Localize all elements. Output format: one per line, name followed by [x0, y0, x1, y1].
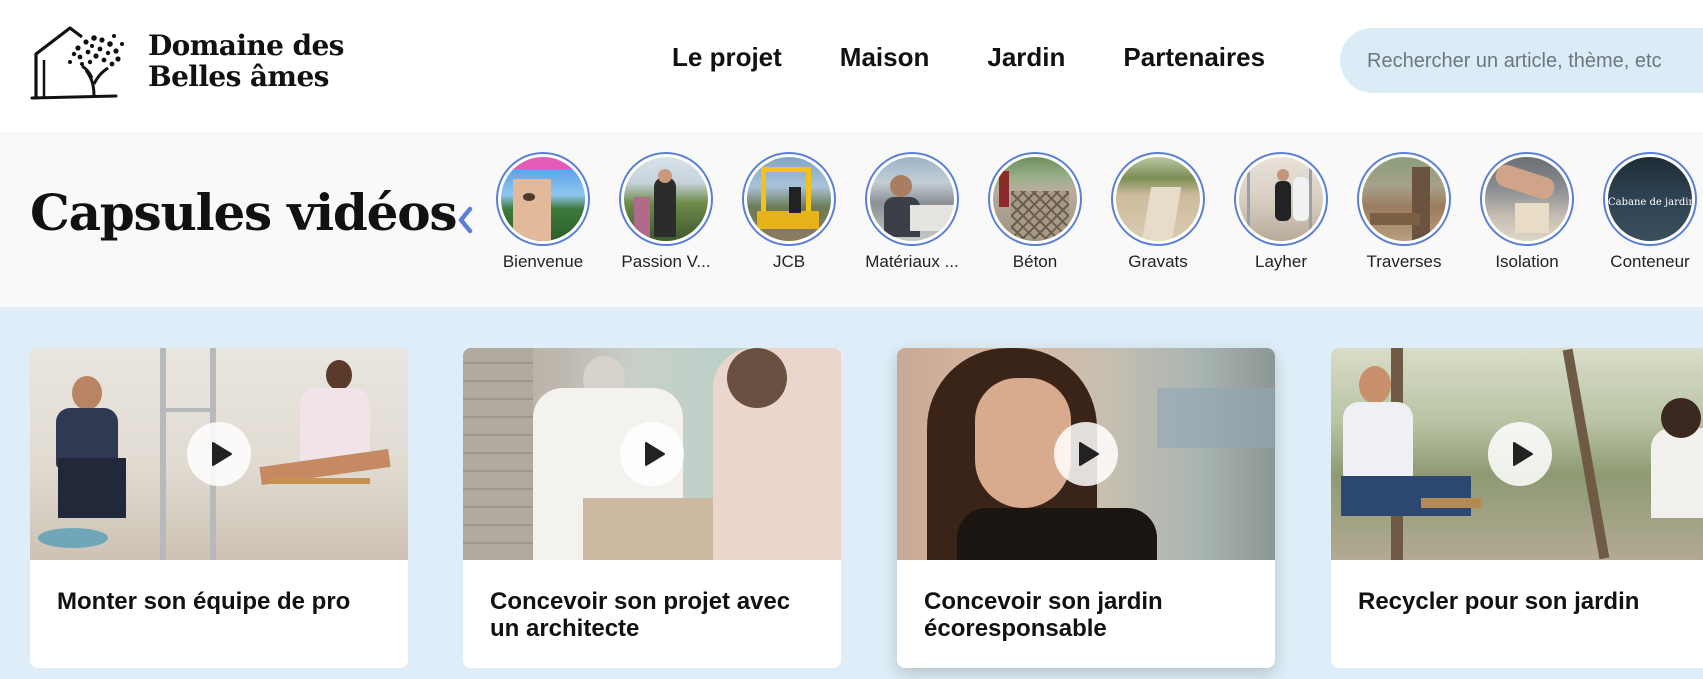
story-ring: [619, 152, 713, 246]
play-icon: [645, 442, 665, 466]
logo-line-1: Domaine des: [148, 29, 344, 62]
video-title: Concevoir son jardin écoresponsable: [924, 588, 1163, 642]
video-card[interactable]: Concevoir son jardin écoresponsable: [897, 348, 1275, 668]
story-label: JCB: [772, 252, 806, 271]
chevron-left-icon[interactable]: [455, 203, 475, 237]
nav-item-jardin[interactable]: Jardin: [987, 42, 1065, 73]
story-ring: [988, 152, 1082, 246]
search-input[interactable]: [1367, 47, 1703, 75]
play-icon: [212, 442, 232, 466]
story-ring: [496, 152, 590, 246]
story-ring: [1357, 152, 1451, 246]
video-card[interactable]: Monter son équipe de pro: [30, 348, 408, 668]
story-thumbnail: [870, 157, 954, 241]
story-thumbnail: [1239, 157, 1323, 241]
story-label: Gravats: [1128, 252, 1188, 271]
story-layher[interactable]: Layher: [1225, 152, 1335, 292]
video-cards-section: Monter son équipe de pro Concevoir son p…: [0, 307, 1703, 679]
video-card[interactable]: Concevoir son projet avec un architecte: [463, 348, 841, 668]
story-jcb[interactable]: JCB: [733, 152, 843, 292]
story-label: Isolation: [1495, 252, 1559, 271]
video-title: Monter son équipe de pro: [57, 588, 351, 615]
site-logo[interactable]: Domaine des Belles âmes: [30, 20, 350, 102]
video-title: Concevoir son projet avec un architecte: [490, 588, 791, 642]
story-isolation[interactable]: Isolation: [1471, 152, 1581, 292]
capsules-title: Capsules vidéos: [30, 183, 458, 242]
video-card[interactable]: Recycler pour son jardin: [1331, 348, 1703, 668]
story-thumbnail: [993, 157, 1077, 241]
video-title: Recycler pour son jardin: [1358, 588, 1640, 615]
story-thumbnail: [501, 157, 585, 241]
story-gravats[interactable]: Gravats: [1102, 152, 1212, 292]
site-header: Domaine des Belles âmes Le projet Maison…: [0, 0, 1703, 132]
story-ring: [742, 152, 836, 246]
story-label: Béton: [1012, 252, 1058, 271]
story-thumbnail: [1485, 157, 1569, 241]
story-conteneur[interactable]: Cabane de jardin❤️ Conteneur: [1594, 152, 1703, 292]
play-button[interactable]: [1488, 422, 1552, 486]
story-label: Matériaux ...: [865, 252, 959, 271]
play-button[interactable]: [1054, 422, 1118, 486]
nav-item-maison[interactable]: Maison: [840, 42, 930, 73]
story-ring: [1480, 152, 1574, 246]
logo-wordmark: Domaine des Belles âmes: [148, 30, 344, 92]
story-thumbnail: [747, 157, 831, 241]
story-ring: [1111, 152, 1205, 246]
story-label: Conteneur: [1610, 252, 1690, 271]
story-bienvenue[interactable]: Bienvenue: [487, 152, 597, 292]
story-label: Traverses: [1366, 252, 1442, 271]
nav-item-le-projet[interactable]: Le projet: [672, 42, 782, 73]
story-traverses[interactable]: Traverses: [1348, 152, 1458, 292]
search-bar: [1340, 28, 1703, 93]
play-button[interactable]: [187, 422, 251, 486]
play-icon: [1079, 442, 1099, 466]
story-ring: [1234, 152, 1328, 246]
play-icon: [1513, 442, 1533, 466]
story-beton[interactable]: Béton: [979, 152, 1089, 292]
story-thumbnail: Cabane de jardin❤️: [1608, 157, 1692, 241]
play-button[interactable]: [620, 422, 684, 486]
story-materiaux[interactable]: Matériaux ...: [856, 152, 966, 292]
story-ring: Cabane de jardin❤️: [1603, 152, 1697, 246]
logo-line-2: Belles âmes: [148, 60, 329, 93]
story-caption: Cabane de jardin❤️: [1608, 197, 1692, 208]
story-label: Layher: [1255, 252, 1307, 271]
story-thumbnail: [1362, 157, 1446, 241]
story-label: Passion V...: [621, 252, 711, 271]
house-tree-logo-icon: [30, 26, 124, 100]
story-thumbnail: [624, 157, 708, 241]
main-nav: Le projet Maison Jardin Partenaires: [672, 42, 1265, 73]
story-ring: [865, 152, 959, 246]
capsules-section: Capsules vidéos Bienvenue Passion V... J…: [0, 132, 1703, 307]
nav-item-partenaires[interactable]: Partenaires: [1123, 42, 1265, 73]
story-passion[interactable]: Passion V...: [610, 152, 720, 292]
story-label: Bienvenue: [502, 252, 584, 271]
story-thumbnail: [1116, 157, 1200, 241]
